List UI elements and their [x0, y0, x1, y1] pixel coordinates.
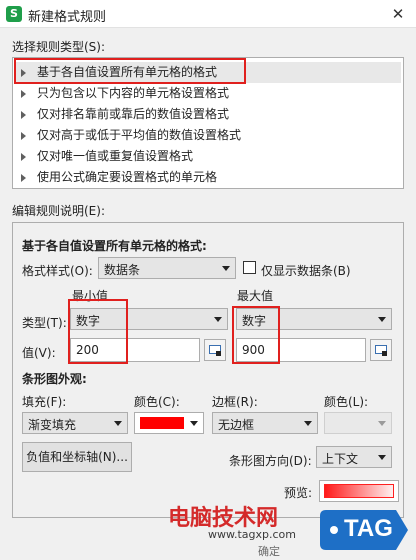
chevron-down-icon [304, 421, 312, 426]
bar-appearance-heading: 条形图外观: [22, 372, 87, 386]
chevron-down-icon [378, 455, 386, 460]
watermark-url-text: www.tagxp.com [208, 528, 296, 541]
rule-item-formula[interactable]: 使用公式确定要设置格式的单元格 [15, 167, 401, 188]
fill-select[interactable]: 渐变填充 [22, 412, 128, 434]
show-bar-only-checkbox[interactable] [243, 261, 256, 274]
title-bar: S 新建格式规则 ✕ [0, 0, 416, 28]
format-style-label: 格式样式(O): [22, 264, 93, 278]
watermark-badge-text: TAG [344, 515, 393, 542]
border-label: 边框(R): [212, 395, 258, 409]
preview-box [319, 480, 399, 502]
fill-color-swatch [140, 417, 184, 429]
rule-item-contains[interactable]: 只为包含以下内容的单元格设置格式 [15, 83, 401, 104]
chevron-down-icon [190, 421, 198, 426]
bar-direction-select[interactable]: 上下文 [316, 446, 392, 468]
color-label: 颜色(C): [134, 395, 180, 409]
app-icon: S [6, 6, 22, 22]
negative-axis-button[interactable]: 负值和坐标轴(N)... [22, 442, 132, 472]
rule-type-label: 选择规则类型(S): [12, 40, 106, 54]
chevron-down-icon [378, 317, 386, 322]
fill-label: 填充(F): [22, 395, 67, 409]
bar-direction-label: 条形图方向(D): [229, 454, 312, 468]
preview-label: 预览: [284, 486, 313, 500]
chevron-down-icon [222, 266, 230, 271]
triangle-icon [21, 111, 26, 119]
border-color-label: 颜色(L): [324, 395, 369, 409]
format-style-select[interactable]: 数据条 [98, 257, 236, 279]
rule-item-rank[interactable]: 仅对排名靠前或靠后的数值设置格式 [15, 104, 401, 125]
value-label: 值(V): [22, 346, 56, 360]
watermark-bottom-text: 确定 [258, 545, 280, 558]
chevron-down-icon [214, 317, 222, 322]
close-icon[interactable]: ✕ [386, 3, 410, 25]
show-bar-only-label: 仅显示数据条(B) [261, 264, 351, 278]
highlight-box-min [68, 299, 128, 364]
type-label: 类型(T): [22, 316, 67, 330]
fill-color-select[interactable] [134, 412, 204, 434]
border-select[interactable]: 无边框 [212, 412, 318, 434]
rule-desc-label: 编辑规则说明(E): [12, 204, 105, 218]
rule-item-average[interactable]: 仅对高于或低于平均值的数值设置格式 [15, 125, 401, 146]
rule-item-unique[interactable]: 仅对唯一值或重复值设置格式 [15, 146, 401, 167]
rule-desc-heading: 基于各自值设置所有单元格的格式: [22, 239, 207, 253]
chevron-down-icon [114, 421, 122, 426]
triangle-icon [21, 90, 26, 98]
triangle-icon [21, 153, 26, 161]
triangle-icon [21, 132, 26, 140]
min-cell-picker-icon[interactable] [204, 339, 226, 361]
triangle-icon [21, 174, 26, 182]
window-title: 新建格式规则 [28, 10, 107, 25]
chevron-down-icon [378, 421, 386, 426]
highlight-box-rule [14, 58, 246, 84]
max-cell-picker-icon[interactable] [370, 339, 392, 361]
watermark-logo: TAG [318, 506, 410, 554]
highlight-box-max [232, 306, 280, 364]
max-header: 最大值 [237, 289, 274, 303]
border-color-select[interactable] [324, 412, 392, 434]
preview-bar [324, 484, 394, 498]
